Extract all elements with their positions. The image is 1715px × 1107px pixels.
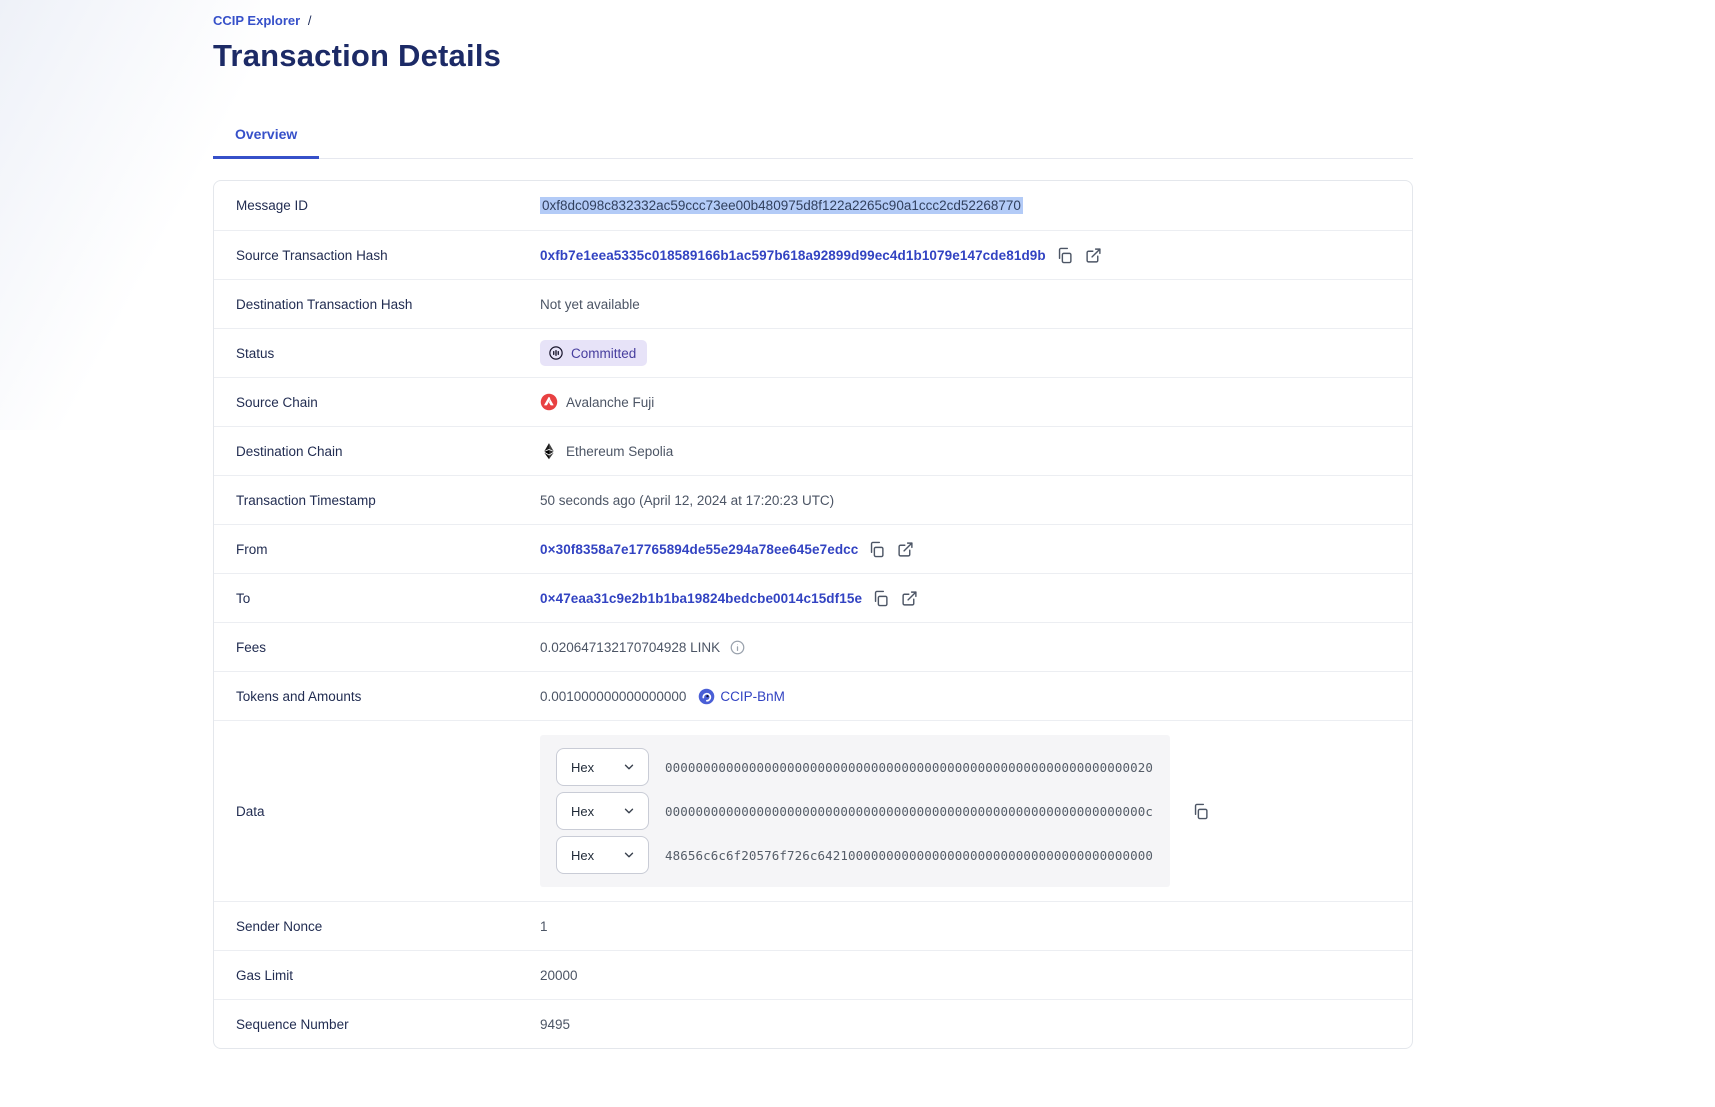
token-name: CCIP-BnM	[720, 689, 785, 704]
token-link[interactable]: CCIP-BnM	[698, 688, 785, 705]
data-hex-value: 48656c6c6f20576f726c64210000000000000000…	[665, 848, 1153, 863]
fees-value: 0.020647132170704928 LINK	[540, 640, 720, 655]
data-hex-panel: Hex 000000000000000000000000000000000000…	[540, 735, 1170, 887]
token-amount-value: 0.001000000000000000	[540, 689, 686, 704]
source-chain-name: Avalanche Fuji	[566, 395, 654, 410]
table-row-sequence-number: Sequence Number 9495	[214, 999, 1412, 1048]
table-row-source-chain: Source Chain Avalanche Fuji	[214, 377, 1412, 426]
avalanche-icon	[540, 393, 558, 411]
row-label: Sender Nonce	[236, 919, 540, 934]
table-row-from: From 0×30f8358a7e17765894de55e294a78ee64…	[214, 524, 1412, 573]
row-label: Gas Limit	[236, 968, 540, 983]
row-label: Source Transaction Hash	[236, 248, 540, 263]
ccip-bnm-token-icon	[698, 688, 715, 705]
row-label: Transaction Timestamp	[236, 493, 540, 508]
to-address-link[interactable]: 0×47eaa31c9e2b1b1ba19824bedcbe0014c15df1…	[540, 591, 862, 606]
external-link-icon[interactable]	[1083, 245, 1104, 266]
gas-limit-value: 20000	[540, 968, 578, 983]
copy-icon[interactable]	[870, 588, 891, 609]
table-row-tokens-and-amounts: Tokens and Amounts 0.001000000000000000 …	[214, 671, 1412, 720]
encoding-select-value: Hex	[571, 804, 594, 819]
data-hex-line: Hex 000000000000000000000000000000000000…	[556, 745, 1170, 789]
copy-icon[interactable]	[866, 539, 887, 560]
table-row-message-id: Message ID 0xf8dc098c832332ac59ccc73ee00…	[214, 181, 1412, 230]
table-row-fees: Fees 0.020647132170704928 LINK	[214, 622, 1412, 671]
data-hex-value: 0000000000000000000000000000000000000000…	[665, 760, 1153, 775]
sequence-number-value: 9495	[540, 1017, 570, 1032]
row-label: Sequence Number	[236, 1017, 540, 1032]
table-row-transaction-timestamp: Transaction Timestamp 50 seconds ago (Ap…	[214, 475, 1412, 524]
tab-bar: Overview	[213, 116, 1413, 159]
table-row-gas-limit: Gas Limit 20000	[214, 950, 1412, 999]
encoding-select-value: Hex	[571, 848, 594, 863]
external-link-icon[interactable]	[895, 539, 916, 560]
row-label: Status	[236, 346, 540, 361]
destination-chain-name: Ethereum Sepolia	[566, 444, 673, 459]
row-label: Message ID	[236, 198, 540, 213]
table-row-status: Status Committed	[214, 328, 1412, 377]
data-hex-line: Hex 000000000000000000000000000000000000…	[556, 789, 1170, 833]
row-label: To	[236, 591, 540, 606]
committed-pulse-icon	[548, 345, 564, 361]
status-badge: Committed	[540, 340, 647, 366]
message-id-value: 0xf8dc098c832332ac59ccc73ee00b480975d8f1…	[540, 197, 1023, 214]
breadcrumb: CCIP Explorer /	[213, 0, 1413, 28]
ethereum-icon	[540, 442, 558, 460]
copy-icon[interactable]	[1190, 801, 1211, 822]
info-icon[interactable]	[730, 640, 745, 655]
page-title: Transaction Details	[213, 38, 1413, 74]
data-hex-line: Hex 48656c6c6f20576f726c6421000000000000…	[556, 833, 1170, 877]
row-label: Fees	[236, 640, 540, 655]
chevron-down-icon	[622, 848, 636, 862]
external-link-icon[interactable]	[899, 588, 920, 609]
table-row-data: Data Hex 0000000000000000000000000000000…	[214, 720, 1412, 901]
encoding-select[interactable]: Hex	[556, 836, 649, 874]
breadcrumb-ccip-explorer-link[interactable]: CCIP Explorer	[213, 13, 300, 28]
transaction-timestamp-value: 50 seconds ago (April 12, 2024 at 17:20:…	[540, 493, 834, 508]
row-label: Tokens and Amounts	[236, 689, 540, 704]
tab-overview[interactable]: Overview	[213, 116, 319, 159]
table-row-sender-nonce: Sender Nonce 1	[214, 901, 1412, 950]
table-row-destination-tx-hash: Destination Transaction Hash Not yet ava…	[214, 279, 1412, 328]
status-badge-label: Committed	[571, 346, 636, 361]
chevron-down-icon	[622, 760, 636, 774]
source-tx-hash-link[interactable]: 0xfb7e1eea5335c018589166b1ac597b618a9289…	[540, 248, 1046, 263]
table-row-destination-chain: Destination Chain Ethereum Sepolia	[214, 426, 1412, 475]
from-address-link[interactable]: 0×30f8358a7e17765894de55e294a78ee645e7ed…	[540, 542, 858, 557]
sender-nonce-value: 1	[540, 919, 548, 934]
row-label: Destination Chain	[236, 444, 540, 459]
destination-tx-hash-value: Not yet available	[540, 297, 640, 312]
breadcrumb-separator: /	[308, 13, 312, 28]
transaction-details-card: Message ID 0xf8dc098c832332ac59ccc73ee00…	[213, 180, 1413, 1049]
copy-icon[interactable]	[1054, 245, 1075, 266]
row-label: Destination Transaction Hash	[236, 297, 540, 312]
chevron-down-icon	[622, 804, 636, 818]
row-label: Data	[236, 804, 540, 819]
table-row-to: To 0×47eaa31c9e2b1b1ba19824bedcbe0014c15…	[214, 573, 1412, 622]
data-hex-value: 0000000000000000000000000000000000000000…	[665, 804, 1153, 819]
row-label: From	[236, 542, 540, 557]
table-row-source-tx-hash: Source Transaction Hash 0xfb7e1eea5335c0…	[214, 230, 1412, 279]
encoding-select-value: Hex	[571, 760, 594, 775]
main-content: CCIP Explorer / Transaction Details Over…	[213, 0, 1413, 1049]
encoding-select[interactable]: Hex	[556, 748, 649, 786]
encoding-select[interactable]: Hex	[556, 792, 649, 830]
row-label: Source Chain	[236, 395, 540, 410]
